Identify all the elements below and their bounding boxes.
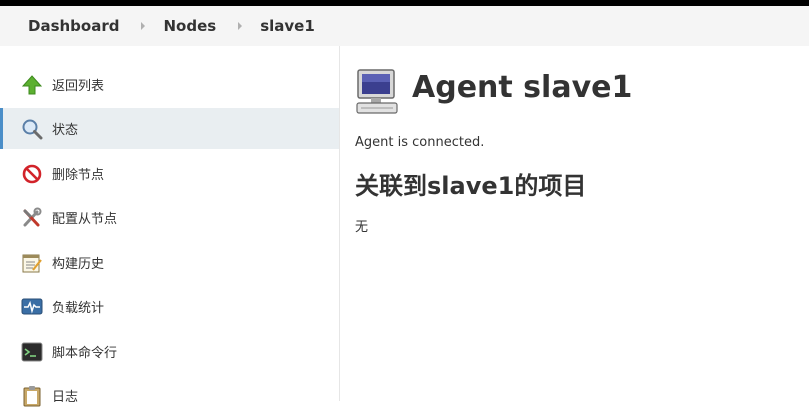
sidebar-item-script-console[interactable]: 脚本命令行	[0, 331, 339, 372]
no-entry-icon	[21, 163, 43, 185]
sidebar-item-label: 返回列表	[52, 79, 105, 94]
sidebar-item-label: 删除节点	[52, 168, 105, 183]
sidebar-item-label: 日志	[52, 390, 79, 405]
tools-icon	[21, 207, 43, 229]
clipboard-icon	[21, 385, 43, 407]
sidebar-item-load-statistics[interactable]: 负载统计	[0, 286, 339, 327]
breadcrumb-chevron-icon[interactable]	[238, 22, 243, 30]
main-content: Agent slave1 Agent is connected. 关联到slav…	[340, 46, 809, 401]
breadcrumb-slave1[interactable]: slave1	[260, 17, 315, 35]
sidebar: 返回列表 状态 删除节点 配置从节点 构建历史 负载统计 脚本命令行 日志	[0, 46, 340, 406]
sidebar-item-delete-node[interactable]: 删除节点	[0, 153, 339, 194]
sidebar-item-back-to-list[interactable]: 返回列表	[0, 64, 339, 105]
magnifier-icon	[21, 118, 43, 140]
projects-empty-text: 无	[355, 220, 369, 235]
agent-status-text: Agent is connected.	[355, 135, 485, 150]
projects-heading: 关联到slave1的项目	[355, 172, 587, 200]
page-title: Agent slave1	[412, 70, 633, 105]
terminal-icon	[21, 341, 43, 363]
sidebar-item-label: 脚本命令行	[52, 346, 118, 361]
sidebar-item-label: 配置从节点	[52, 212, 118, 227]
breadcrumb-nodes[interactable]: Nodes	[163, 17, 216, 35]
sidebar-item-label: 负载统计	[52, 301, 105, 316]
sidebar-item-log[interactable]: 日志	[0, 375, 339, 416]
sidebar-item-configure[interactable]: 配置从节点	[0, 197, 339, 238]
sidebar-item-label: 状态	[52, 123, 79, 138]
sidebar-item-status[interactable]: 状态	[0, 108, 339, 149]
computer-icon	[355, 68, 399, 116]
monitor-graph-icon	[21, 296, 43, 318]
sidebar-item-build-history[interactable]: 构建历史	[0, 242, 339, 283]
breadcrumb-dashboard[interactable]: Dashboard	[28, 17, 119, 35]
sidebar-item-label: 构建历史	[52, 257, 105, 272]
up-arrow-icon	[21, 74, 43, 96]
breadcrumb: Dashboard Nodes slave1	[0, 6, 809, 46]
breadcrumb-chevron-icon[interactable]	[141, 22, 146, 30]
notepad-icon	[21, 252, 43, 274]
